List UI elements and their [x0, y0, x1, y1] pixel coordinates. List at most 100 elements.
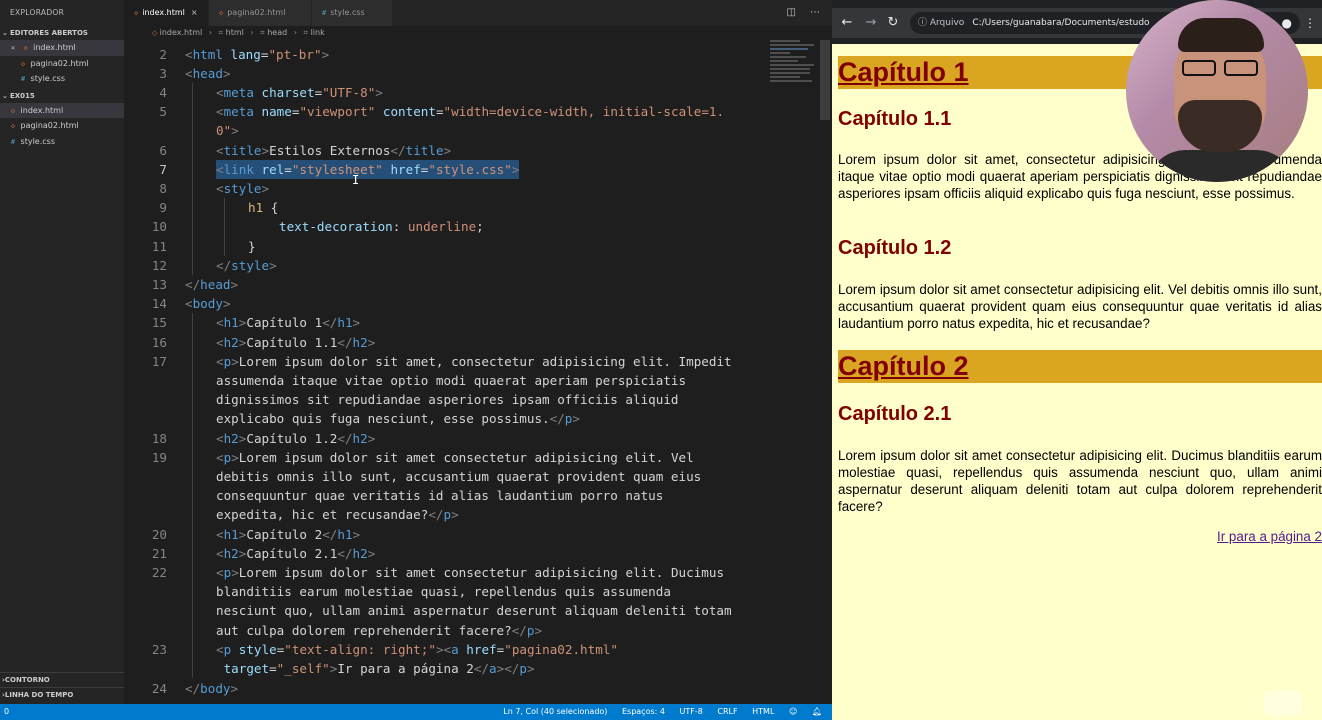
- code-editor[interactable]: 2 3 4 5 6 7 8 9 10 11 12 13 14 15 16 17 …: [124, 40, 832, 704]
- file-name: pagina02.html: [30, 58, 89, 68]
- paragraph-3: Lorem ipsum dolor sit amet consectetur a…: [838, 448, 1322, 514]
- open-editor-item[interactable]: ◇ pagina02.html: [0, 56, 124, 72]
- code-line: <style>: [216, 181, 270, 196]
- code-line: h1 {: [248, 200, 279, 215]
- breadcrumb-item[interactable]: head: [267, 28, 287, 37]
- code-line: <p style="text-align: right;"><a href="p…: [216, 642, 618, 657]
- minimap[interactable]: [770, 40, 820, 92]
- problems-count[interactable]: 0: [4, 704, 9, 720]
- open-editors-header[interactable]: ⌄ EDITORES ABERTOS: [0, 26, 124, 40]
- html-file-icon: ◇: [152, 29, 160, 37]
- link-pagina-2[interactable]: Ir para a página 2: [1217, 529, 1322, 544]
- code-line: dignissimos sit repudiandae asperiores i…: [216, 392, 679, 407]
- css-file-icon: #: [322, 9, 327, 17]
- close-icon[interactable]: ×: [191, 8, 198, 17]
- selected-code-line: <link rel="stylesheet" href="style.css">: [216, 160, 520, 180]
- code-line: <body>: [185, 296, 231, 311]
- notifications-icon[interactable]: 🔔︎: [812, 707, 822, 716]
- folder-file-item[interactable]: ◇ index.html: [0, 102, 124, 118]
- breadcrumb-item[interactable]: html: [226, 28, 244, 37]
- tab-style-css[interactable]: # style.css: [312, 0, 392, 26]
- webcam-overlay: [1126, 0, 1308, 182]
- chevron-right-icon: ›: [293, 28, 297, 37]
- feedback-icon[interactable]: ☺: [789, 707, 797, 716]
- cursor-position[interactable]: Ln 7, Col (40 selecionado): [503, 707, 607, 716]
- code-line: assumenda itaque vitae optio modi quaera…: [216, 373, 687, 388]
- line-number: 15: [151, 315, 167, 330]
- code-line: nesciunt quo, ullam animi aspernatur des…: [216, 603, 732, 618]
- code-line: <h1>Capítulo 2</h1>: [216, 527, 361, 542]
- html-file-icon: ◇: [20, 59, 26, 68]
- line-number: 2: [159, 47, 167, 62]
- line-number: 18: [151, 431, 167, 446]
- heading-capitulo-2-1: Capítulo 2.1: [838, 403, 952, 425]
- explorer-title: EXPLORADOR: [10, 8, 65, 17]
- file-name: style.css: [30, 74, 66, 83]
- file-name: style.css: [20, 136, 56, 146]
- line-number: 16: [151, 335, 167, 350]
- line-number: 22: [151, 565, 167, 580]
- site-info-icon[interactable]: ⓘ Arquivo: [918, 18, 964, 28]
- file-name: pagina02.html: [20, 121, 79, 130]
- open-editors-label: EDITORES ABERTOS: [10, 29, 88, 37]
- folder-file-item[interactable]: ◇ pagina02.html: [0, 118, 124, 134]
- outline-section[interactable]: ›CONTORNO: [0, 672, 124, 686]
- line-number: 10: [151, 219, 167, 234]
- indent-guide: [224, 198, 225, 256]
- forward-icon[interactable]: →: [862, 8, 880, 38]
- folder-file-item[interactable]: # style.css: [0, 134, 124, 150]
- code-line: <p>Lorem ipsum dolor sit amet consectetu…: [216, 450, 694, 465]
- status-bar: 0 Ln 7, Col (40 selecionado) Espaços: 4 …: [0, 704, 832, 720]
- chevron-down-icon: ⌄: [2, 91, 8, 100]
- close-icon[interactable]: ×: [8, 41, 18, 57]
- code-line: <h2>Capítulo 2.1</h2>: [216, 546, 376, 561]
- code-line: consequuntur quae veritatis id alias lau…: [216, 488, 664, 503]
- line-number: 23: [151, 642, 167, 657]
- code-line: <html lang="pt-br">: [185, 47, 330, 62]
- code-line: target="_self">Ir para a página 2</a></p…: [216, 661, 535, 676]
- language-mode[interactable]: HTML: [752, 707, 774, 716]
- breadcrumb-item[interactable]: index.html: [160, 28, 203, 37]
- open-editor-item[interactable]: # style.css: [0, 71, 124, 87]
- code-line: }: [248, 239, 256, 254]
- file-name: index.html: [33, 43, 76, 52]
- html-file-icon: ◇: [134, 9, 139, 17]
- folder-header[interactable]: ⌄ EX015: [0, 89, 124, 103]
- folder-label: EX015: [10, 91, 35, 100]
- element-icon: ⌗: [218, 28, 226, 37]
- html-file-icon: ◇: [23, 44, 28, 52]
- back-icon[interactable]: ←: [838, 8, 856, 38]
- reload-icon[interactable]: ↻: [884, 8, 902, 38]
- tab-index-html[interactable]: ◇ index.html ×: [124, 0, 208, 26]
- code-line: <head>: [185, 66, 231, 81]
- code-line: <h1>Capítulo 1</h1>: [216, 315, 361, 330]
- timeline-section[interactable]: ›LINHA DO TEMPO: [0, 687, 124, 701]
- encoding[interactable]: UTF-8: [680, 707, 703, 716]
- heading-capitulo-2: Capítulo 2: [838, 350, 1322, 383]
- more-icon[interactable]: ⋯: [810, 7, 820, 18]
- indentation[interactable]: Espaços: 4: [622, 707, 665, 716]
- line-number: 9: [159, 200, 167, 215]
- line-number: 11: [151, 239, 167, 254]
- tab-label: style.css: [330, 8, 365, 17]
- vertical-scrollbar[interactable]: [820, 40, 830, 120]
- video-logo-icon: [1264, 690, 1302, 716]
- tab-pagina02-html[interactable]: ◇ pagina02.html: [209, 0, 311, 26]
- code-line: <meta charset="UTF-8">: [216, 85, 383, 100]
- editor-actions: ◫ ⋯: [773, 0, 820, 26]
- breadcrumb-item[interactable]: link: [311, 28, 325, 37]
- explorer-sidebar: EXPLORADOR ⌄ EDITORES ABERTOS × ◇ index.h…: [0, 0, 124, 704]
- code-line: <p>Lorem ipsum dolor sit amet, consectet…: [216, 354, 732, 369]
- code-line: <h2>Capítulo 1.2</h2>: [216, 431, 376, 446]
- line-number: 7: [159, 162, 167, 177]
- code-line: <meta name="viewport" content="width=dev…: [216, 104, 725, 119]
- end-of-line[interactable]: CRLF: [717, 707, 737, 716]
- outline-label: CONTORNO: [4, 676, 50, 684]
- html-file-icon: ◇: [10, 122, 16, 130]
- line-number: 19: [151, 450, 167, 465]
- chevron-right-icon: ›: [208, 28, 213, 37]
- url-text[interactable]: C:/Users/guanabara/Documents/estudo: [972, 18, 1149, 28]
- open-editor-item[interactable]: × ◇ index.html: [0, 40, 124, 56]
- split-editor-icon[interactable]: ◫: [787, 7, 796, 18]
- line-number: 24: [151, 681, 167, 696]
